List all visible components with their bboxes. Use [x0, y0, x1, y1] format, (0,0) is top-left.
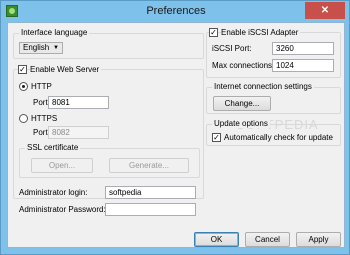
https-port-label: Port: [33, 128, 48, 137]
admin-login-input[interactable]: softpedia: [105, 186, 196, 199]
change-button[interactable]: Change...: [213, 96, 271, 111]
cancel-button[interactable]: Cancel: [245, 232, 290, 247]
internet-connection-title: Internet connection settings: [212, 82, 314, 91]
enable-web-server-label: Enable Web Server: [30, 65, 102, 74]
iscsi-port-label: iSCSI Port:: [212, 44, 252, 53]
dialog-body: SOFTPEDIA Interface language English ▼ ✓…: [7, 22, 345, 248]
max-connections-input[interactable]: 1024: [272, 59, 334, 72]
ok-button[interactable]: OK: [194, 232, 239, 247]
auto-update-label: Automatically check for update: [224, 133, 333, 142]
language-selected: English: [23, 43, 50, 52]
iscsi-port-input[interactable]: 3260: [272, 42, 334, 55]
ssl-open-button[interactable]: Open...: [31, 158, 93, 173]
http-radio[interactable]: [19, 82, 28, 91]
chevron-down-icon: ▼: [53, 45, 59, 51]
admin-login-label: Administrator login:: [19, 188, 88, 197]
enable-web-server-checkbox[interactable]: ✓: [18, 65, 27, 74]
preferences-window: Preferences ✕ SOFTPEDIA Interface langua…: [0, 0, 350, 255]
auto-update-checkbox[interactable]: ✓: [212, 133, 221, 142]
apply-button[interactable]: Apply: [296, 232, 341, 247]
interface-language-title: Interface language: [19, 28, 90, 37]
ssl-generate-button[interactable]: Generate...: [109, 158, 189, 173]
enable-iscsi-label: Enable iSCSI Adapter: [221, 28, 301, 37]
https-radio[interactable]: [19, 114, 28, 123]
title-bar[interactable]: Preferences ✕: [1, 1, 350, 22]
language-select[interactable]: English ▼: [19, 42, 63, 54]
http-port-label: Port: [33, 98, 48, 107]
window-title: Preferences: [146, 5, 206, 17]
admin-password-input[interactable]: [105, 203, 196, 216]
enable-iscsi-checkbox[interactable]: ✓: [209, 28, 218, 37]
close-button[interactable]: ✕: [305, 2, 345, 19]
http-port-input[interactable]: 8081: [48, 96, 109, 109]
ssl-certificate-title: SSL certificate: [25, 143, 81, 152]
http-label: HTTP: [31, 82, 52, 91]
https-port-input[interactable]: 8082: [48, 126, 109, 139]
https-label: HTTPS: [31, 114, 58, 123]
admin-password-label: Administrator Password:: [19, 205, 106, 214]
update-options-title: Update options: [212, 119, 270, 128]
max-connections-label: Max connections:: [212, 61, 275, 70]
